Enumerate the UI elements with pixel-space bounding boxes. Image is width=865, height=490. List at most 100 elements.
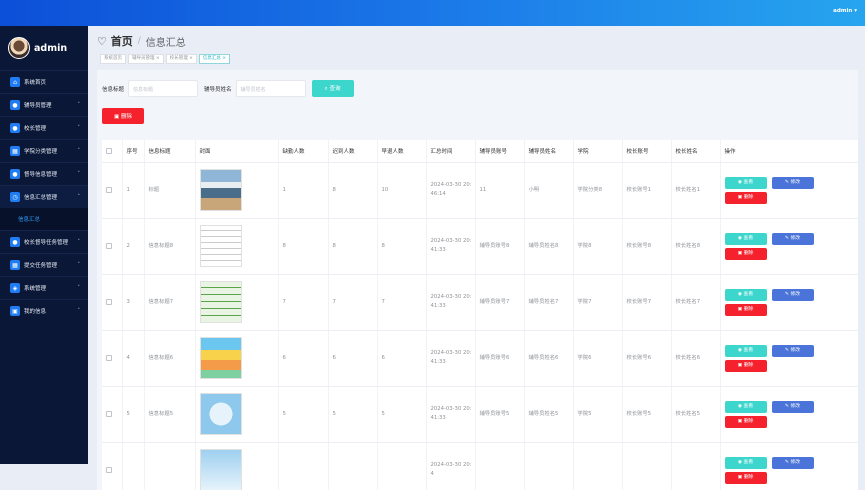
view-button[interactable]: ◉ 查看	[724, 456, 767, 469]
edit-button[interactable]: ✎ 修改	[771, 288, 814, 301]
cell-no: 4	[122, 330, 145, 387]
sidebar-item[interactable]: ▦ 学院分类管理 ˅	[0, 139, 88, 162]
chevron-icon: ˅	[77, 308, 81, 314]
cover-thumbnail	[199, 393, 242, 435]
cover-thumbnail	[199, 225, 242, 267]
row-select-cell[interactable]	[102, 442, 123, 490]
sidebar-item[interactable]: ▦ 提交任务管理 ˅	[0, 253, 88, 276]
cell-late: 8	[328, 218, 378, 275]
cell-pname	[671, 442, 721, 490]
row-checkbox[interactable]	[106, 187, 112, 193]
row-select-cell[interactable]	[102, 330, 123, 387]
delete-button[interactable]: ▣ 删除	[724, 303, 767, 316]
edit-button[interactable]: ✎ 修改	[771, 232, 814, 245]
cell-title: 信息标题7	[144, 274, 196, 331]
avatar	[8, 37, 30, 59]
sidebar-item[interactable]: ◈ 系统管理 ˅	[0, 276, 88, 299]
edit-button[interactable]: ✎ 修改	[771, 400, 814, 413]
search-bar: 信息标题 信息标题 辅导员姓名 辅导员姓名 ⌕ 查询	[102, 80, 354, 97]
search-input-name[interactable]: 辅导员姓名	[235, 80, 306, 97]
task-icon: ●	[10, 237, 20, 247]
cell-early: 10	[377, 162, 427, 219]
cell-time: 2024-03-30 20:4	[426, 442, 476, 490]
col-header: 操作	[720, 140, 858, 163]
table-row: 4 信息标题6 6 6 6 2024-03-30 20:41:33 辅导员账号6 辅导员姓名6…	[102, 330, 858, 387]
cell-cover	[195, 442, 279, 490]
cell-pname: 校长姓名6	[671, 330, 721, 387]
chevron-icon: ˅	[77, 262, 81, 268]
edit-button[interactable]: ✎ 修改	[771, 176, 814, 189]
row-select-cell[interactable]	[102, 274, 123, 331]
cell-time: 2024-03-30 20:41:33	[426, 218, 476, 275]
table-row: 1 标题 1 8 10 2024-03-30 20:46:14 11 小明 学院分类8 校长账号1…	[102, 162, 858, 219]
search-label-title: 信息标题	[102, 86, 125, 93]
view-button[interactable]: ◉ 查看	[724, 288, 767, 301]
tag-item[interactable]: 辅导员管理 ×	[128, 54, 164, 64]
cell-cover	[195, 274, 279, 331]
cell-early: 6	[377, 330, 427, 387]
sidebar-item[interactable]: ● 督导信息管理 ˅	[0, 162, 88, 185]
view-button[interactable]: ◉ 查看	[724, 176, 767, 189]
sidebar-item[interactable]: ⌂ 系统首页	[0, 70, 88, 93]
edit-button[interactable]: ✎ 修改	[771, 344, 814, 357]
row-select-cell[interactable]	[102, 386, 123, 443]
cell-college: 学院8	[573, 218, 623, 275]
cell-early	[377, 442, 427, 490]
cell-cover	[195, 330, 279, 387]
delete-button[interactable]: ▣ 删除	[724, 359, 767, 372]
delete-button[interactable]: ▣ 删除	[724, 415, 767, 428]
row-select-cell[interactable]	[102, 218, 123, 275]
row-checkbox[interactable]	[106, 355, 112, 361]
search-button[interactable]: ⌕ 查询	[311, 80, 354, 97]
delete-button[interactable]: ▣ 删除	[724, 247, 767, 260]
sidebar-menu: ⌂ 系统首页 ● 辅导员管理 ˅ ● 校长管理 ˅ ▦ 学院分类管理 ˅ ● 督导信息管理 ˅ ◷ 信息汇总管…	[0, 70, 88, 322]
cell-time: 2024-03-30 20:41:33	[426, 386, 476, 443]
cover-thumbnail	[199, 281, 242, 323]
tag-item[interactable]: 信息汇总 ×	[198, 54, 231, 64]
cell-actions: ◉ 查看 ✎ 修改 ▣ 删除	[720, 330, 858, 387]
delete-button[interactable]: ▣ 删除	[724, 191, 767, 204]
table-row: 2024-03-30 20:4 ◉ 查看 ✎ 修改 ▣ 删除	[102, 442, 858, 490]
cell-early: 8	[377, 218, 427, 275]
select-all-cell[interactable]	[102, 140, 123, 163]
cell-college: 学院分类8	[573, 162, 623, 219]
sidebar-item-label: 系统管理	[24, 286, 47, 292]
delete-button[interactable]: ▣ 删除	[724, 471, 767, 484]
row-checkbox[interactable]	[106, 243, 112, 249]
breadcrumb-home[interactable]: ♡ 首页	[97, 33, 133, 49]
table-row: 5 信息标题5 5 5 5 2024-03-30 20:41:33 辅导员账号5 辅导员姓名5…	[102, 386, 858, 443]
tag-item[interactable]: 系统首页	[100, 54, 126, 64]
chevron-icon: ˅	[77, 285, 81, 291]
edit-button[interactable]: ✎ 修改	[771, 456, 814, 469]
search-input-title[interactable]: 信息标题	[128, 80, 199, 97]
chevron-icon: ˄	[77, 194, 81, 200]
row-checkbox[interactable]	[106, 299, 112, 305]
tag-item[interactable]: 校长管理 ×	[165, 54, 197, 64]
sidebar-item[interactable]: ● 校长督导任务管理 ˅	[0, 230, 88, 253]
sidebar-item-label: 系统首页	[24, 80, 47, 86]
view-button[interactable]: ◉ 查看	[724, 400, 767, 413]
cell-pname: 校长姓名7	[671, 274, 721, 331]
col-header: 校长姓名	[671, 140, 721, 163]
row-checkbox[interactable]	[106, 467, 112, 473]
bulk-delete-button[interactable]: ▣ 删除	[102, 108, 144, 124]
cell-early: 5	[377, 386, 427, 443]
table-row: 2 信息标题8 8 8 8 2024-03-30 20:41:33 辅导员账号8 辅导员姓名8…	[102, 218, 858, 275]
row-checkbox[interactable]	[106, 411, 112, 417]
sidebar-subitem-info-summary[interactable]: 信息汇总	[0, 208, 88, 230]
cell-acct: 辅导员账号5	[475, 386, 525, 443]
view-button[interactable]: ◉ 查看	[724, 232, 767, 245]
select-all-checkbox[interactable]	[106, 147, 112, 154]
sidebar-item[interactable]: ▣ 我的信息 ˅	[0, 299, 88, 322]
cell-name: 小明	[524, 162, 574, 219]
sidebar-item[interactable]: ● 辅导员管理 ˅	[0, 93, 88, 116]
cell-absent	[278, 442, 329, 490]
user-menu[interactable]: admin ▾	[833, 8, 857, 14]
cell-college	[573, 442, 623, 490]
sidebar-item[interactable]: ◷ 信息汇总管理 ˄	[0, 185, 88, 208]
row-select-cell[interactable]	[102, 162, 123, 219]
sidebar-item[interactable]: ● 校长管理 ˅	[0, 116, 88, 139]
cell-pacct: 校长账号6	[622, 330, 672, 387]
view-button[interactable]: ◉ 查看	[724, 344, 767, 357]
cell-pacct: 校长账号7	[622, 274, 672, 331]
